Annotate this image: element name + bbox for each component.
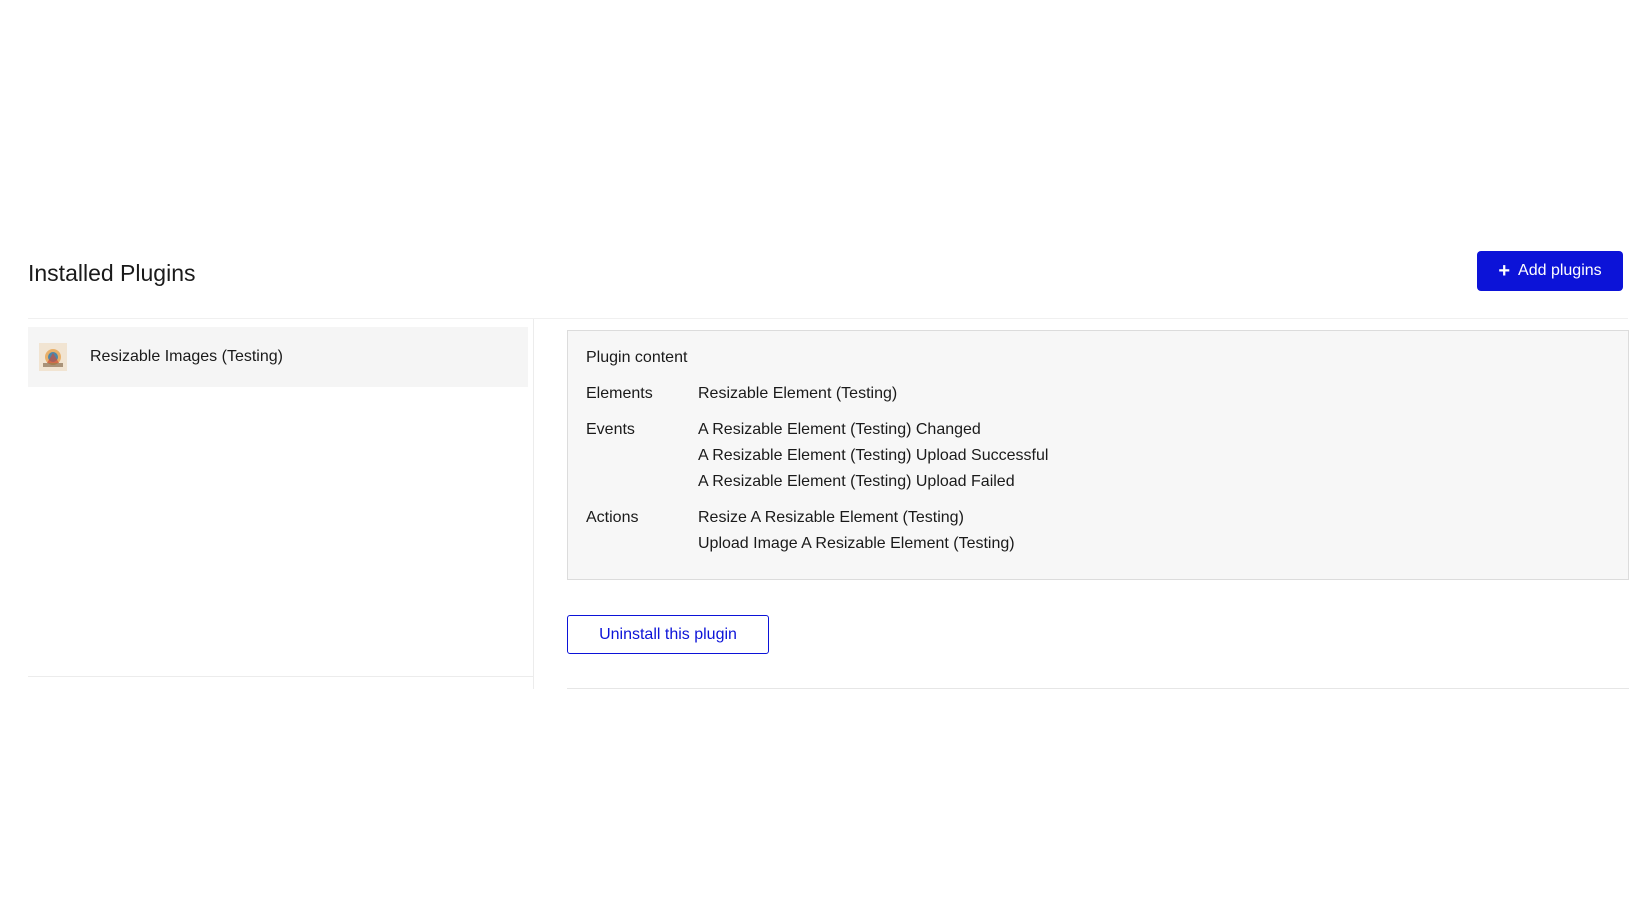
action-item: Resize A Resizable Element (Testing) bbox=[698, 509, 964, 526]
plugins-page: Installed Plugins + Add plugins Resizabl… bbox=[0, 0, 1640, 924]
events-label: Events bbox=[586, 421, 635, 438]
plus-icon: + bbox=[1498, 260, 1511, 282]
event-item: A Resizable Element (Testing) Upload Fai… bbox=[698, 473, 1015, 490]
add-plugins-label: Add plugins bbox=[1518, 262, 1602, 279]
content-bottom-divider bbox=[567, 688, 1629, 689]
elements-label: Elements bbox=[586, 385, 653, 402]
panel-divider bbox=[533, 319, 534, 689]
page-title: Installed Plugins bbox=[28, 260, 196, 286]
action-item: Upload Image A Resizable Element (Testin… bbox=[698, 535, 1015, 552]
elements-list: Resizable Element (Testing) bbox=[698, 381, 897, 407]
plugin-name: Resizable Images (Testing) bbox=[90, 348, 283, 365]
elements-row: Elements Resizable Element (Testing) bbox=[586, 381, 1610, 407]
plugin-content-heading: Plugin content bbox=[586, 349, 688, 366]
event-item: A Resizable Element (Testing) Changed bbox=[698, 421, 981, 438]
events-row: Events A Resizable Element (Testing) Cha… bbox=[586, 417, 1610, 495]
plugin-list: Resizable Images (Testing) bbox=[28, 319, 534, 677]
add-plugins-button[interactable]: + Add plugins bbox=[1477, 251, 1623, 291]
actions-label: Actions bbox=[586, 509, 639, 526]
actions-list: Resize A Resizable Element (Testing) Upl… bbox=[698, 505, 1015, 557]
uninstall-plugin-button[interactable]: Uninstall this plugin bbox=[567, 615, 769, 654]
actions-row: Actions Resize A Resizable Element (Test… bbox=[586, 505, 1610, 557]
element-item: Resizable Element (Testing) bbox=[698, 385, 898, 402]
events-list: A Resizable Element (Testing) Changed A … bbox=[698, 417, 1048, 495]
plugin-list-item[interactable]: Resizable Images (Testing) bbox=[28, 327, 528, 387]
plugin-thumbnail-icon bbox=[39, 343, 67, 371]
event-item: A Resizable Element (Testing) Upload Suc… bbox=[698, 447, 1049, 464]
plugin-content-panel: Plugin content Elements Resizable Elemen… bbox=[567, 330, 1629, 580]
